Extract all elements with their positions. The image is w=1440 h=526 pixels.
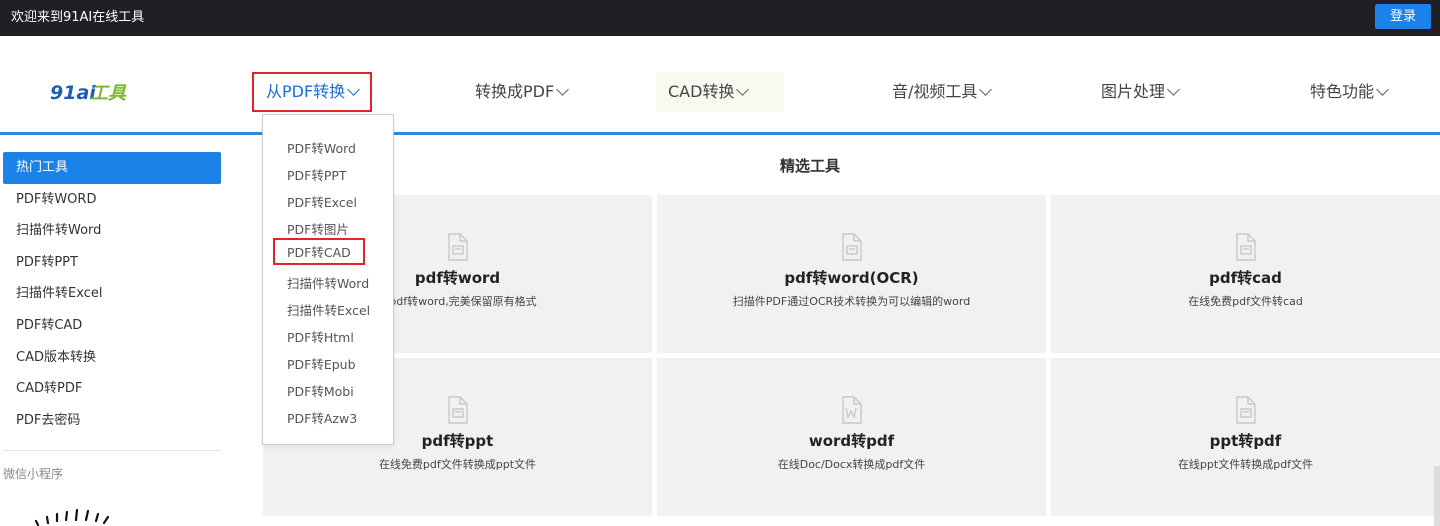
- sidebar-item-pdf-to-cad[interactable]: PDF转CAD: [3, 310, 221, 342]
- mini-program-code-icon: [34, 508, 110, 526]
- dropdown-item-scan-to-word[interactable]: 扫描件转Word: [287, 273, 369, 292]
- card-desc: 在线ppt文件转换成pdf文件: [1177, 458, 1314, 471]
- nav-label: 特色功能: [1310, 82, 1375, 101]
- nav-label: 转换成PDF: [475, 82, 555, 101]
- card-desc: 在线免费pdf文件转cad: [1188, 295, 1303, 308]
- header-divider: [0, 132, 1440, 135]
- card-desc: 在线Doc/Docx转换成pdf文件: [777, 458, 926, 471]
- chevron-down-icon: [1376, 83, 1389, 96]
- dropdown-item-scan-to-excel[interactable]: 扫描件转Excel: [287, 300, 370, 319]
- pdf-doc-icon: [1236, 396, 1256, 424]
- tool-card-pdf-to-cad[interactable]: pdf转cad 在线免费pdf文件转cad: [1051, 195, 1440, 353]
- sidebar-item-pdf-to-word[interactable]: PDF转WORD: [3, 184, 221, 216]
- tool-card-ppt-to-pdf[interactable]: ppt转pdf 在线ppt文件转换成pdf文件: [1051, 358, 1440, 516]
- tool-card-word-to-pdf[interactable]: word转pdf 在线Doc/Docx转换成pdf文件: [657, 358, 1046, 516]
- nav-from-pdf[interactable]: 从PDF转换: [252, 72, 373, 112]
- sidebar-divider: [3, 450, 221, 451]
- page-scrollbar[interactable]: [1434, 466, 1440, 526]
- pdf-doc-icon: [448, 233, 468, 261]
- dropdown-item-pdf-to-mobi[interactable]: PDF转Mobi: [287, 381, 354, 400]
- main-header: 91ai 工具 从PDF转换 转换成PDF CAD转换 音/视频工具 图片处理 …: [0, 36, 1440, 135]
- site-logo[interactable]: 91ai 工具: [50, 80, 128, 104]
- sidebar-item-scan-to-word[interactable]: 扫描件转Word: [3, 215, 221, 247]
- section-title: 精选工具: [780, 157, 841, 175]
- nav-cad[interactable]: CAD转换: [656, 72, 784, 112]
- dropdown-item-pdf-to-azw3[interactable]: PDF转Azw3: [287, 408, 357, 427]
- nav-label: CAD转换: [668, 82, 735, 101]
- nav-to-pdf[interactable]: 转换成PDF: [463, 72, 579, 112]
- mini-program-label: 微信小程序: [3, 467, 64, 481]
- sidebar-item-cad-to-pdf[interactable]: CAD转PDF: [3, 373, 221, 405]
- card-title: pdf转word(OCR): [784, 269, 919, 287]
- sidebar: 热门工具 PDF转WORD 扫描件转Word PDF转PPT 扫描件转Excel…: [3, 152, 221, 436]
- dropdown-item-pdf-to-excel[interactable]: PDF转Excel: [287, 192, 357, 211]
- login-button[interactable]: 登录: [1375, 4, 1431, 29]
- dropdown-item-pdf-to-epub[interactable]: PDF转Epub: [287, 354, 356, 373]
- tool-card-pdf-to-word-ocr[interactable]: pdf转word(OCR) 扫描件PDF通过OCR技术转换为可以编辑的word: [657, 195, 1046, 353]
- dropdown-item-pdf-to-cad[interactable]: PDF转CAD: [273, 238, 365, 265]
- sidebar-item-scan-to-excel[interactable]: 扫描件转Excel: [3, 278, 221, 310]
- chevron-down-icon: [979, 83, 993, 96]
- sidebar-item-pdf-unlock[interactable]: PDF去密码: [3, 405, 221, 437]
- pdf-doc-icon: [448, 396, 468, 424]
- nav-image[interactable]: 图片处理: [1089, 72, 1190, 112]
- nav-special[interactable]: 特色功能: [1298, 72, 1399, 112]
- chevron-down-icon: [1167, 83, 1180, 96]
- svg-text:工具: 工具: [90, 83, 127, 104]
- card-title: word转pdf: [808, 432, 895, 450]
- card-desc: 扫描件PDF通过OCR技术转换为可以编辑的word: [732, 295, 971, 308]
- nav-label: 从PDF转换: [266, 82, 346, 101]
- card-desc: 在线免费pdf文件转换成ppt文件: [378, 458, 537, 471]
- word-doc-icon: [842, 396, 862, 424]
- sidebar-item-cad-version[interactable]: CAD版本转换: [3, 342, 221, 374]
- pdf-doc-icon: [1236, 233, 1256, 261]
- card-title: pdf转cad: [1209, 269, 1282, 287]
- nav-label: 音/视频工具: [892, 82, 978, 101]
- dropdown-item-pdf-to-word[interactable]: PDF转Word: [287, 138, 356, 157]
- chevron-down-icon: [347, 83, 361, 96]
- top-bar: 欢迎来到91AI在线工具 登录: [0, 0, 1440, 36]
- chevron-down-icon: [556, 83, 570, 96]
- pdf-doc-icon: [842, 233, 862, 261]
- welcome-text: 欢迎来到91AI在线工具: [11, 10, 145, 25]
- card-title: ppt转pdf: [1209, 432, 1282, 450]
- from-pdf-dropdown: PDF转Word PDF转PPT PDF转Excel PDF转图片 PDF转CA…: [262, 114, 394, 445]
- nav-label: 图片处理: [1101, 82, 1166, 101]
- nav-av-tools[interactable]: 音/视频工具: [880, 72, 1002, 112]
- chevron-down-icon: [736, 83, 750, 96]
- sidebar-item-pdf-to-ppt[interactable]: PDF转PPT: [3, 247, 221, 279]
- dropdown-item-pdf-to-html[interactable]: PDF转Html: [287, 327, 354, 346]
- dropdown-item-pdf-to-ppt[interactable]: PDF转PPT: [287, 165, 347, 184]
- sidebar-item-hot-tools[interactable]: 热门工具: [3, 152, 221, 184]
- dropdown-item-pdf-to-image[interactable]: PDF转图片: [287, 219, 349, 238]
